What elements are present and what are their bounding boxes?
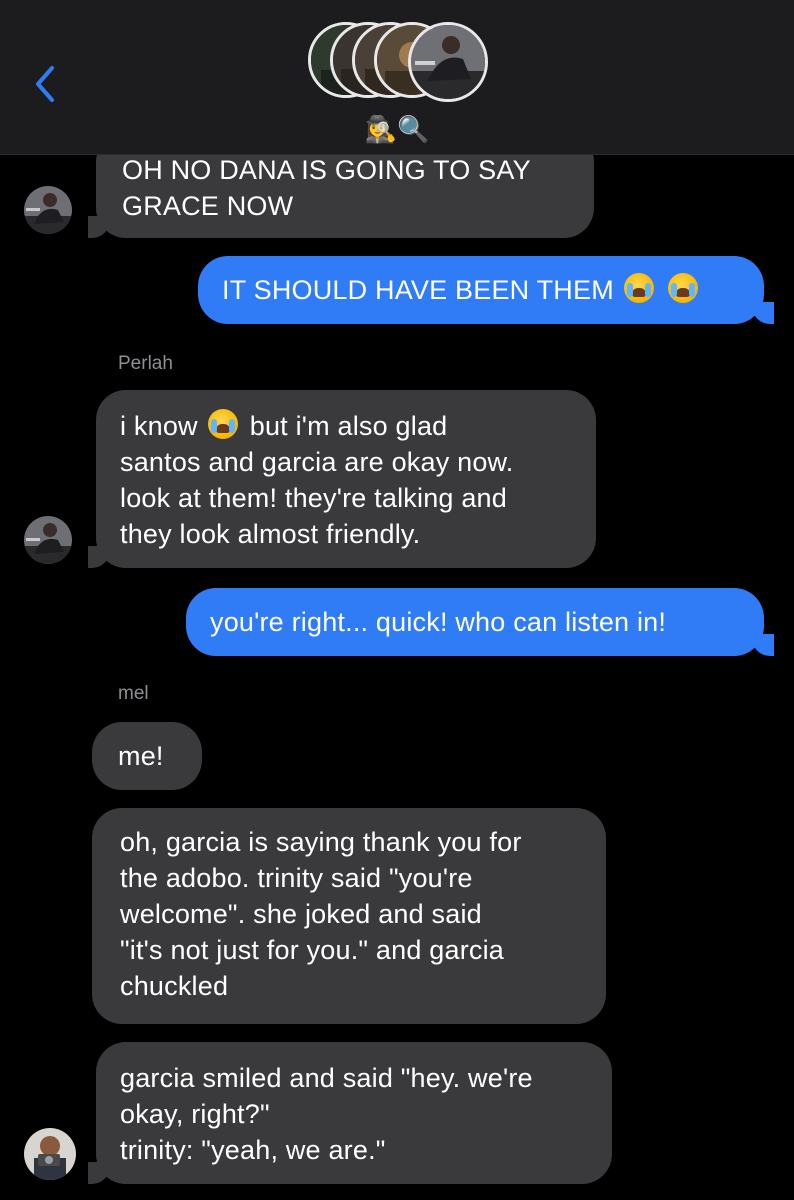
loudly-crying-emoji-icon bbox=[623, 273, 654, 303]
message-text: garcia smiled and said "hey. we're bbox=[120, 1063, 533, 1093]
message-bubble-incoming[interactable]: oh, garcia is saying thank you for the a… bbox=[92, 808, 606, 1024]
bubble-tail bbox=[752, 634, 774, 656]
message-bubble-incoming[interactable]: me! bbox=[92, 722, 202, 790]
contact-avatar[interactable] bbox=[24, 186, 72, 234]
message-text: you're right... quick! who can listen in… bbox=[210, 607, 667, 637]
chevron-left-icon bbox=[36, 66, 54, 102]
message-text: the adobo. trinity said "you're bbox=[120, 863, 473, 893]
bubble-tail bbox=[88, 546, 110, 568]
message-text: santos and garcia are okay now. bbox=[120, 447, 514, 477]
message-text: but i'm also glad bbox=[249, 411, 448, 441]
loudly-crying-emoji-icon bbox=[207, 409, 238, 439]
message-text: i know bbox=[120, 411, 198, 441]
message-text: "it's not just for you." and garcia bbox=[120, 935, 505, 965]
message-text: trinity: "yeah, we are." bbox=[120, 1135, 386, 1165]
sender-name: mel bbox=[118, 683, 149, 704]
message-text: OH NO DANA IS GOING TO SAY bbox=[122, 155, 531, 185]
group-name[interactable]: 🕵️‍♀️🔍 bbox=[0, 112, 794, 146]
contact-avatar[interactable] bbox=[24, 1128, 76, 1180]
message-text: oh, garcia is saying thank you for bbox=[120, 827, 522, 857]
message-bubble-incoming[interactable]: garcia smiled and said "hey. we're okay,… bbox=[96, 1042, 612, 1184]
message-text: GRACE NOW bbox=[122, 191, 294, 221]
message-text: me! bbox=[118, 741, 164, 771]
bubble-tail bbox=[88, 1162, 110, 1184]
contact-avatar[interactable] bbox=[24, 516, 72, 564]
group-avatar-stack[interactable] bbox=[308, 22, 488, 104]
message-text: they look almost friendly. bbox=[120, 519, 421, 549]
message-bubble-outgoing[interactable]: IT SHOULD HAVE BEEN THEM bbox=[198, 256, 764, 324]
conversation-header: 🕵️‍♀️🔍 bbox=[0, 0, 794, 155]
sender-name: Perlah bbox=[118, 353, 173, 374]
message-text-line: i know but i'm also glad bbox=[120, 408, 572, 444]
message-bubble-incoming[interactable]: i know but i'm also glad santos and garci… bbox=[96, 390, 596, 568]
member-avatar bbox=[408, 22, 488, 102]
message-bubble-outgoing[interactable]: you're right... quick! who can listen in… bbox=[186, 588, 764, 656]
message-text: welcome". she joked and said bbox=[120, 899, 482, 929]
message-text: chuckled bbox=[120, 971, 229, 1001]
message-text: okay, right?" bbox=[120, 1099, 270, 1129]
message-text: look at them! they're talking and bbox=[120, 483, 507, 513]
message-text: IT SHOULD HAVE BEEN THEM bbox=[222, 275, 614, 305]
bubble-tail bbox=[752, 302, 774, 324]
bubble-tail bbox=[88, 216, 110, 238]
back-button[interactable] bbox=[30, 62, 70, 106]
message-thread[interactable]: OH NO DANA IS GOING TO SAY GRACE NOW IT … bbox=[0, 0, 794, 1200]
loudly-crying-emoji-icon bbox=[667, 273, 698, 303]
